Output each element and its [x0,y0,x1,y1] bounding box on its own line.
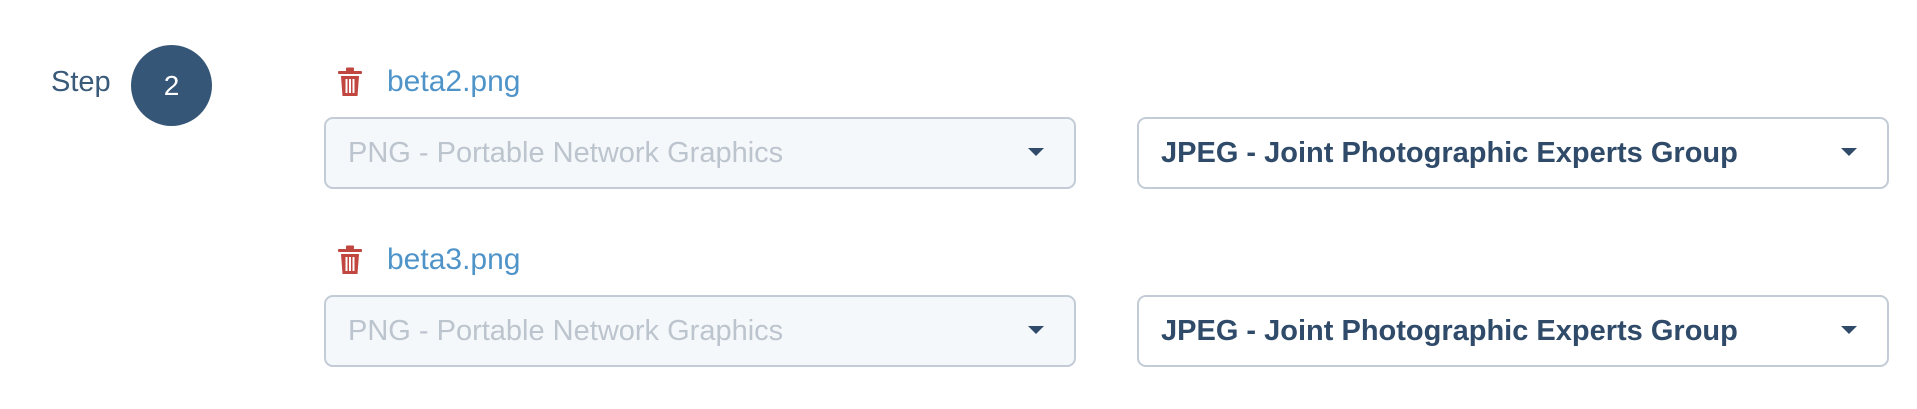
target-format-value: JPEG - Joint Photographic Experts Group [1161,136,1738,169]
chevron-down-icon [1028,326,1044,334]
trash-icon[interactable] [337,67,363,97]
source-format-select[interactable]: PNG - Portable Network Graphics [324,295,1076,367]
source-format-value: PNG - Portable Network Graphics [348,314,784,347]
file-name-link[interactable]: beta3.png [387,243,520,277]
step-label: Step [51,66,111,98]
target-format-value: JPEG - Joint Photographic Experts Group [1161,314,1738,347]
source-format-value: PNG - Portable Network Graphics [348,136,784,169]
step-number-badge: 2 [131,45,212,126]
chevron-down-icon [1841,326,1857,334]
trash-icon[interactable] [337,245,363,275]
file-header: beta3.png [337,240,520,280]
chevron-down-icon [1841,148,1857,156]
file-header: beta2.png [337,62,520,102]
source-format-select[interactable]: PNG - Portable Network Graphics [324,117,1076,189]
file-name-link[interactable]: beta2.png [387,65,520,99]
target-format-select[interactable]: JPEG - Joint Photographic Experts Group [1137,295,1889,367]
chevron-down-icon [1028,148,1044,156]
target-format-select[interactable]: JPEG - Joint Photographic Experts Group [1137,117,1889,189]
